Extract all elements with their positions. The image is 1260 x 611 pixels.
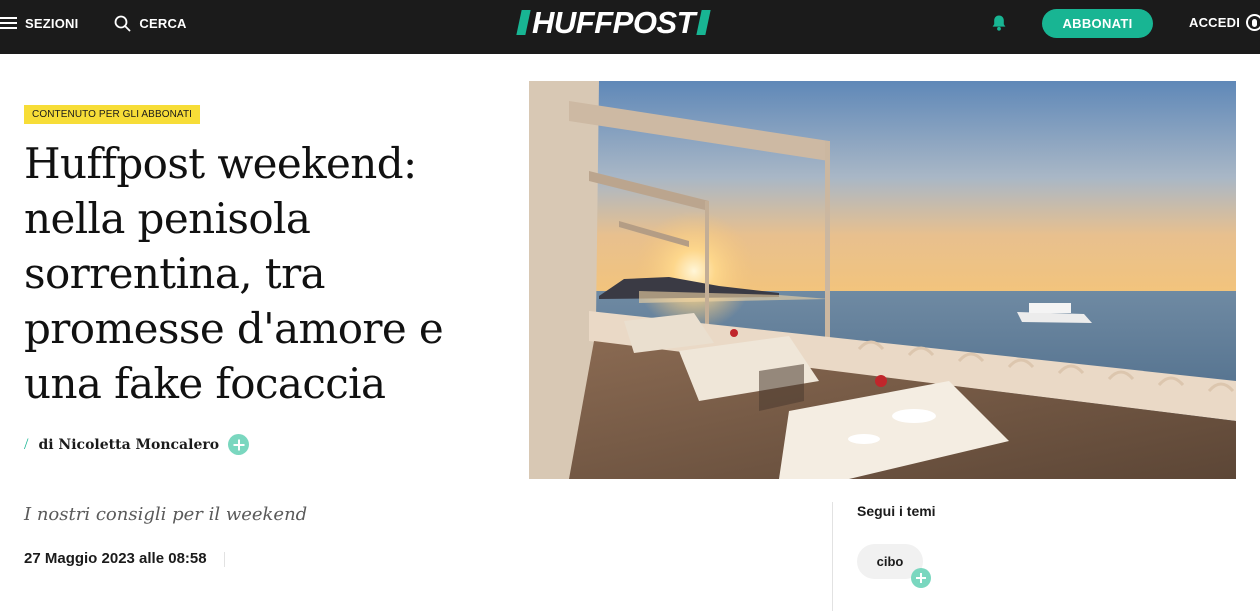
hamburger-menu-icon xyxy=(0,17,17,29)
search-button[interactable]: CERCA xyxy=(114,15,186,32)
author-byline: / di Nicoletta Moncalero xyxy=(24,434,250,455)
login-label: ACCEDI xyxy=(1189,15,1241,30)
logo-wordmark: HUFFPOST xyxy=(532,5,696,40)
article-subtitle: I nostri consigli per il weekend xyxy=(24,504,308,525)
user-icon xyxy=(1246,14,1260,31)
article-hero-image xyxy=(529,81,1236,479)
follow-author-plus-icon[interactable] xyxy=(228,434,250,455)
article-headline: Huffpost weekend: nella penisola sorrent… xyxy=(24,139,444,408)
subscriber-content-badge: CONTENUTO PER GLI ABBONATI xyxy=(24,105,201,124)
author-link[interactable]: di Nicoletta Moncalero xyxy=(38,437,219,453)
logo-right-bar xyxy=(696,10,711,35)
follow-topic-plus-icon[interactable] xyxy=(911,568,931,588)
publish-date: 27 Maggio 2023 alle 08:58 xyxy=(24,550,207,567)
search-label: CERCA xyxy=(139,15,187,31)
logo-left-bar xyxy=(516,10,531,35)
nav-left-group: SEZIONI CERCA xyxy=(0,0,187,46)
sections-menu-button[interactable]: SEZIONI xyxy=(0,16,78,31)
top-navigation-bar: SEZIONI CERCA HUFFPOST ABBONATI ACCEDI xyxy=(0,0,1260,54)
follow-topics-title: Segui i temi xyxy=(857,503,936,519)
sections-label: SEZIONI xyxy=(25,15,79,31)
date-divider xyxy=(224,552,225,567)
bell-icon[interactable] xyxy=(990,14,1008,32)
byline-slash: / xyxy=(24,435,29,453)
subscribe-button[interactable]: ABBONATI xyxy=(1042,9,1153,38)
huffpost-logo[interactable]: HUFFPOST xyxy=(516,5,711,40)
sunset-terrace-photo xyxy=(529,81,1236,479)
sidebar-divider xyxy=(832,502,833,611)
search-icon xyxy=(115,15,131,31)
login-button[interactable]: ACCEDI xyxy=(1189,14,1260,31)
